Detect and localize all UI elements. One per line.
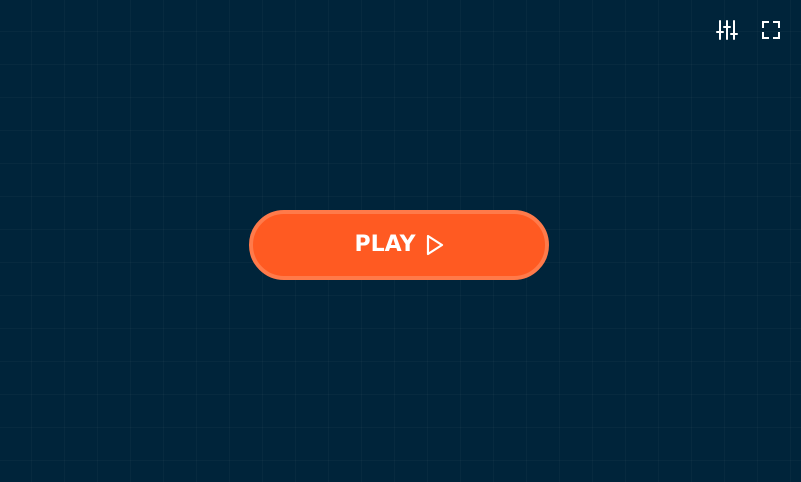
fullscreen-button[interactable] — [759, 18, 783, 42]
play-button[interactable]: PLAY — [249, 210, 549, 280]
fullscreen-icon — [761, 20, 781, 40]
play-label: PLAY — [354, 232, 416, 257]
top-toolbar — [715, 18, 783, 42]
game-stage: PLAY — [0, 0, 801, 482]
settings-button[interactable] — [715, 18, 739, 42]
sliders-icon — [716, 19, 738, 41]
play-triangle-icon — [426, 234, 444, 256]
